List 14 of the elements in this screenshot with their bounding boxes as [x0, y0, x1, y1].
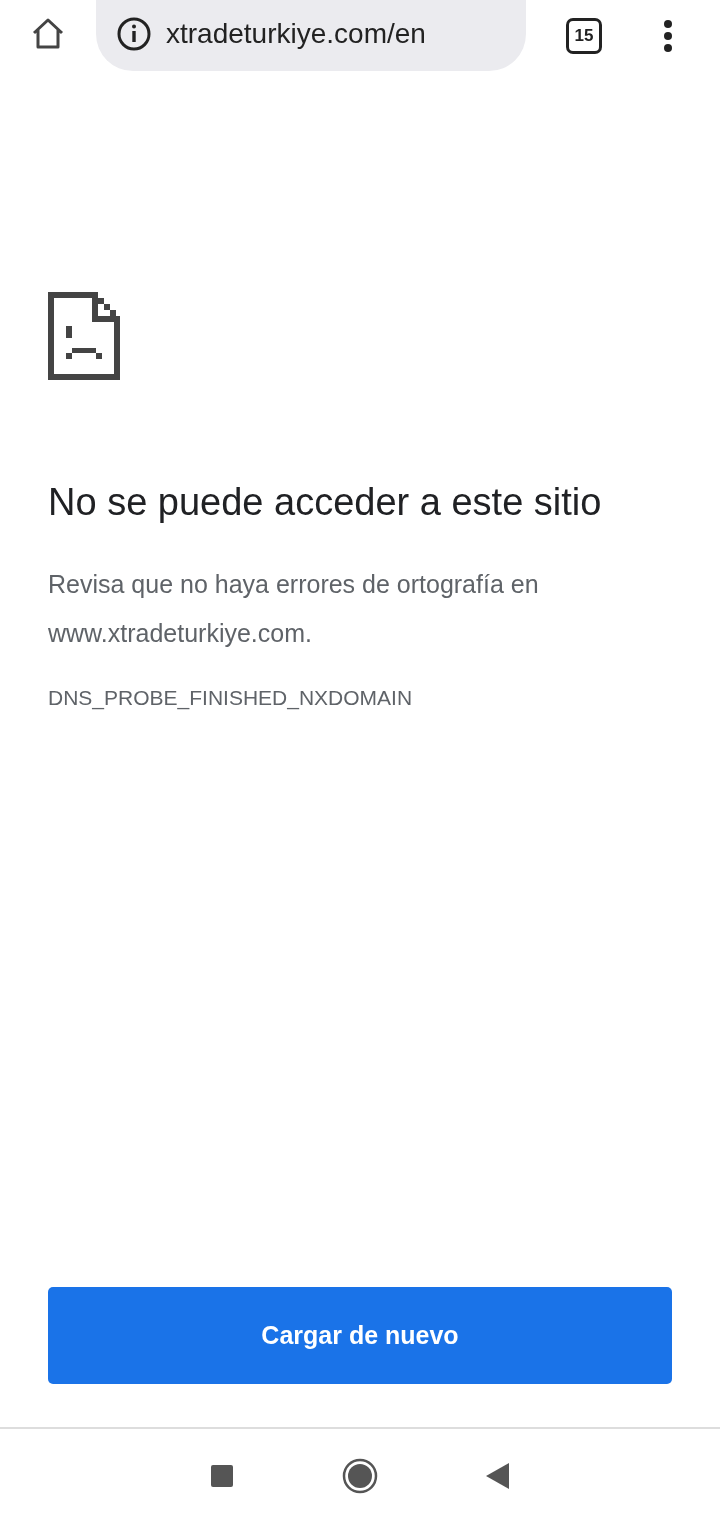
tab-count-button[interactable]: 15 — [566, 18, 602, 54]
back-icon[interactable] — [486, 1463, 510, 1489]
address-bar[interactable]: xtradeturkiye.com/en — [96, 0, 526, 71]
error-message: Revisa que no haya errores de ortografía en www.xtradeturkiye.com. — [48, 569, 540, 649]
error-code: DNS_PROBE_FINISHED_NXDOMAIN — [48, 686, 414, 710]
home-button-icon[interactable] — [342, 1458, 378, 1494]
recents-icon[interactable] — [210, 1464, 234, 1488]
info-icon[interactable] — [116, 16, 152, 52]
url-text: xtradeturkiye.com/en — [166, 18, 426, 50]
reload-button[interactable]: Cargar de nuevo — [48, 1287, 672, 1384]
home-icon[interactable] — [30, 16, 66, 52]
error-title: No se puede acceder a este sitio — [48, 480, 603, 525]
sad-page-icon — [48, 292, 120, 380]
menu-icon[interactable] — [663, 19, 673, 53]
